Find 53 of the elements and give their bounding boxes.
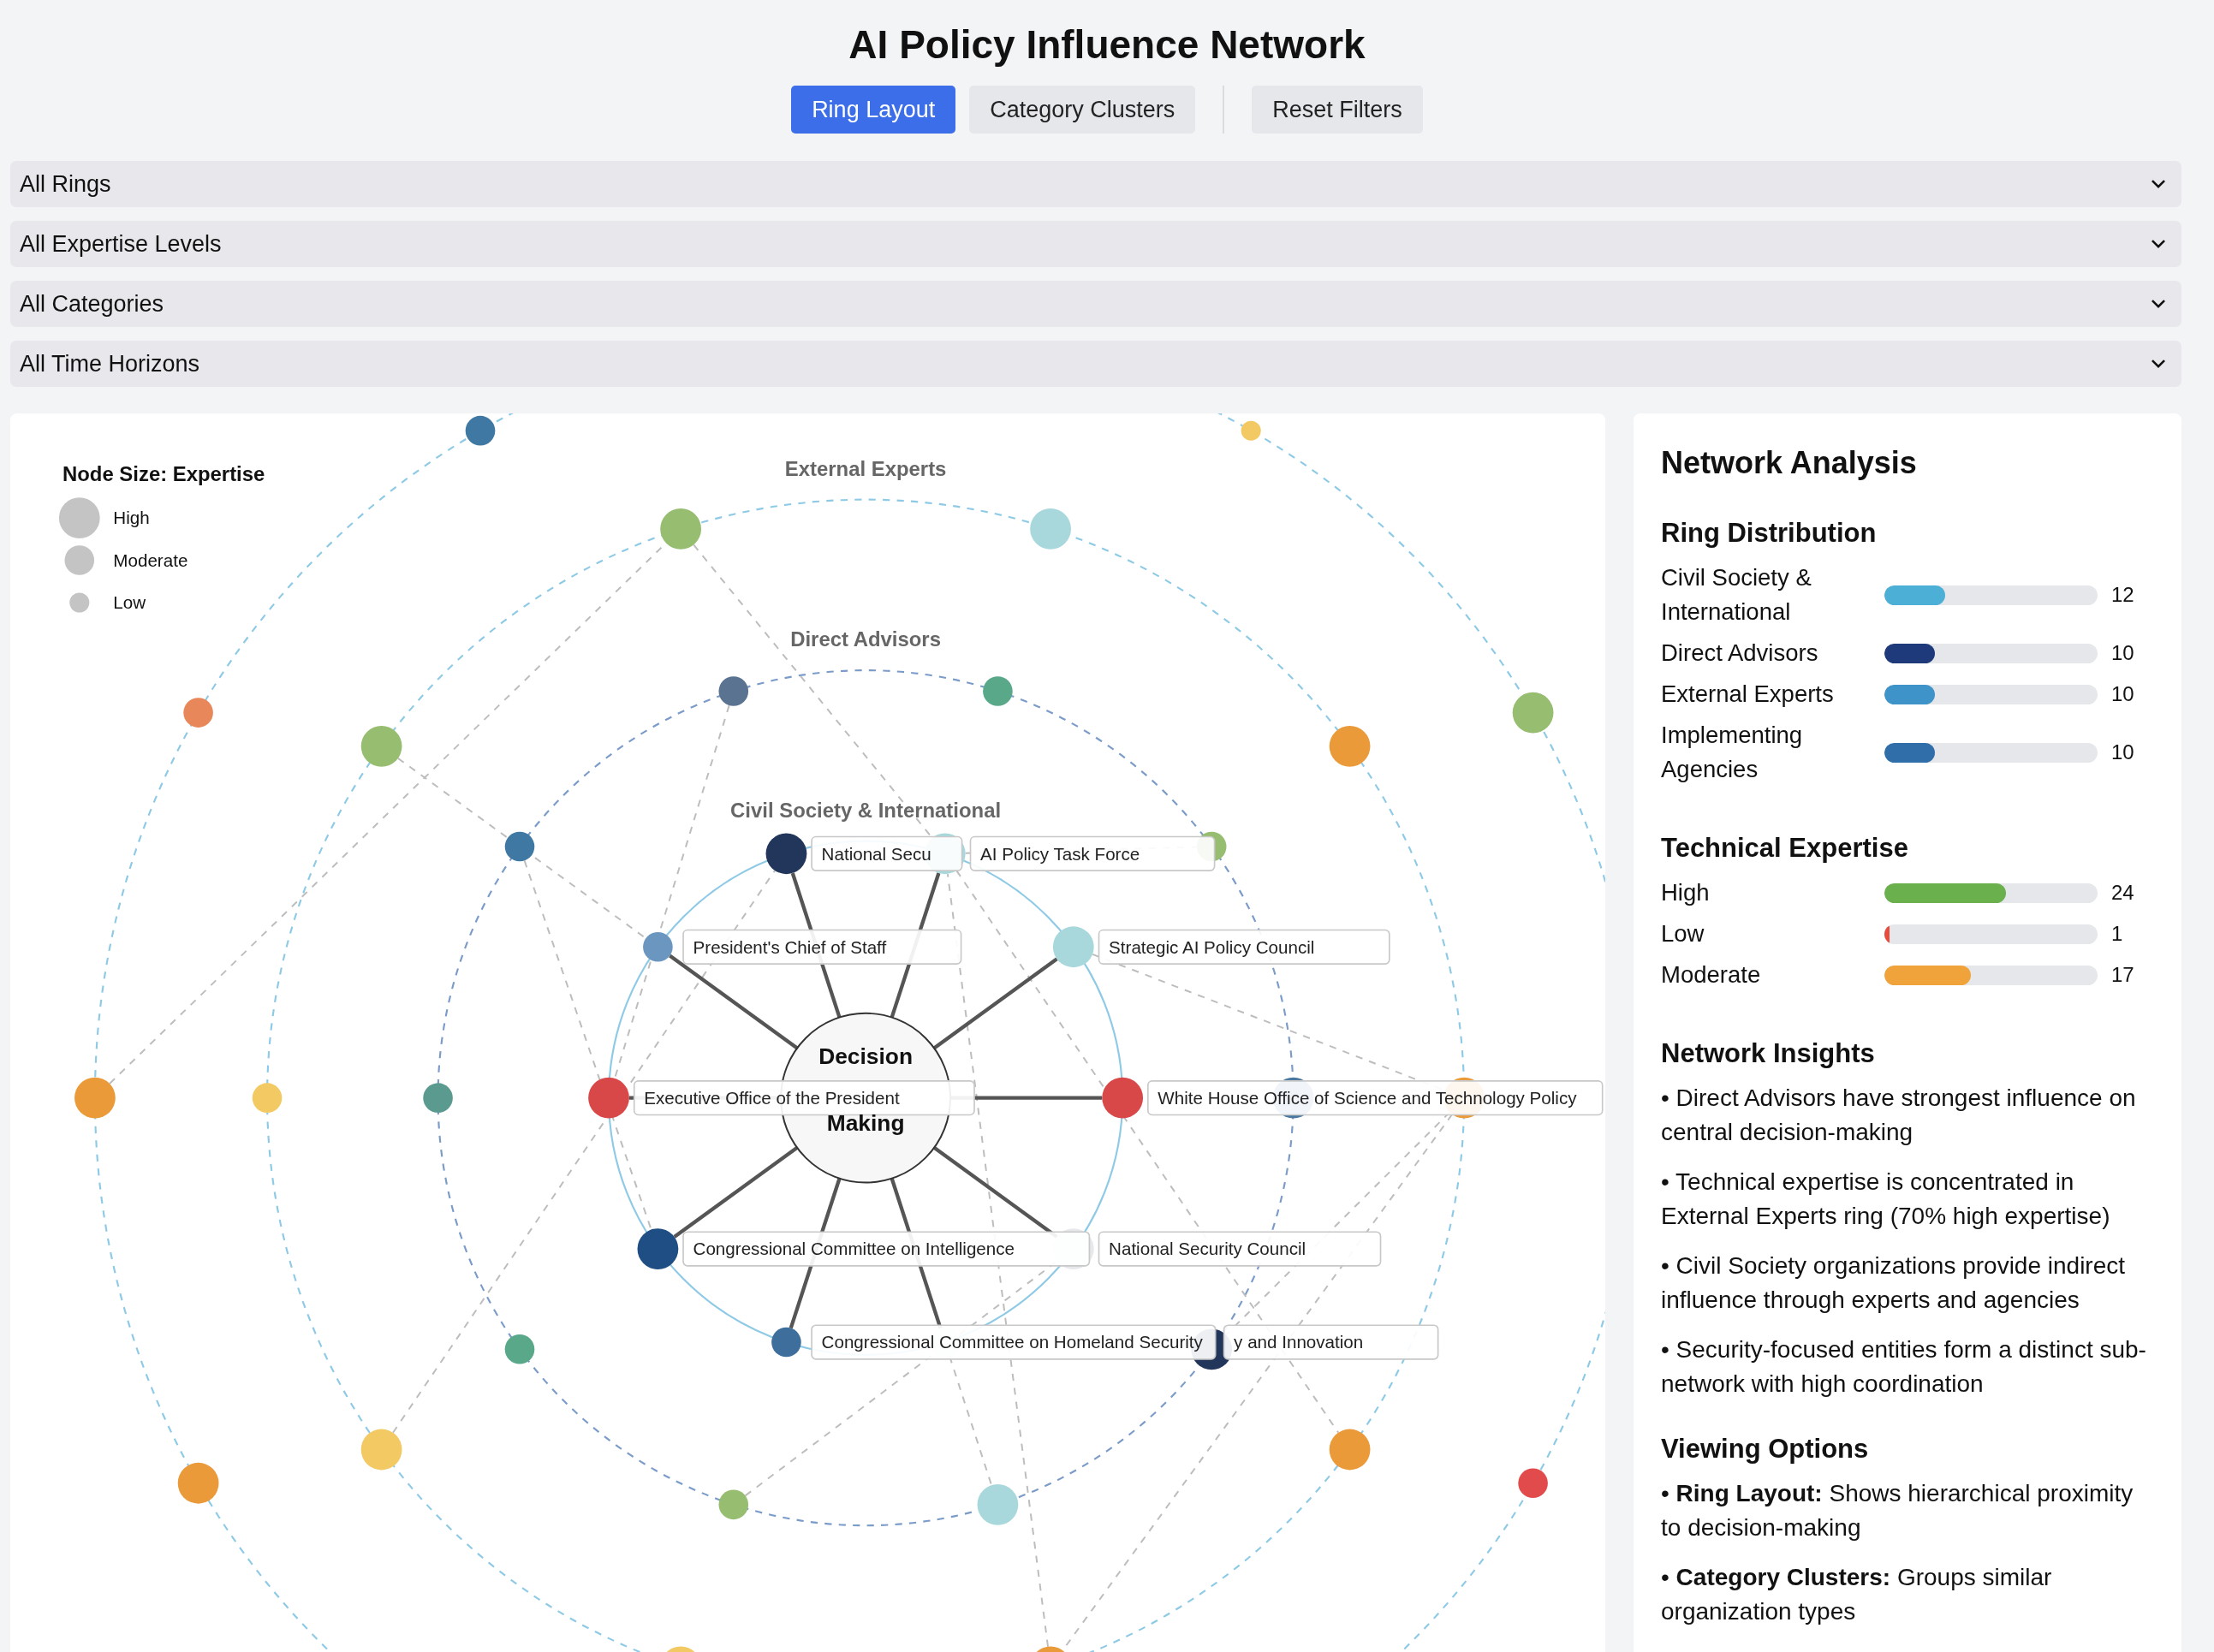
chevron-icon: [2151, 179, 2166, 189]
node-label: y and Innovation: [1223, 1324, 1439, 1360]
center-label: Decision: [818, 1043, 914, 1070]
chevron-icon: [2151, 359, 2166, 369]
node-label: White House Office of Science and Technology Policy: [1147, 1080, 1604, 1116]
panel-title: Network Analysis: [1661, 444, 1918, 482]
legend-label: High: [113, 508, 150, 528]
filter-dropdown[interactable]: All Rings: [10, 161, 2181, 207]
legend-title: Node Size: Expertise: [62, 462, 265, 486]
layout-tab[interactable]: Category Clusters: [969, 86, 1196, 134]
node-label: AI Policy Task Force: [969, 835, 1216, 871]
section-heading: Viewing Options: [1661, 1433, 1870, 1465]
filter-dropdown[interactable]: All Expertise Levels: [10, 221, 2181, 267]
reset-button[interactable]: Reset Filters: [1252, 86, 1423, 134]
layout-tab[interactable]: Ring Layout: [791, 86, 956, 134]
section-heading: Technical Expertise: [1661, 832, 1909, 865]
bar-count: 10: [2111, 740, 2135, 764]
bar-label: Civil Society & International: [1661, 563, 1812, 627]
node-label: Strategic AI Policy Council: [1098, 929, 1390, 965]
chevron-icon: [2151, 299, 2166, 309]
node-label: National Security Council: [1098, 1231, 1382, 1267]
filter-dropdown[interactable]: All Time Horizons: [10, 341, 2181, 387]
legend-label: Moderate: [113, 550, 188, 570]
ring-label: Direct Advisors: [790, 627, 941, 651]
bullet-text: • Civil Society organizations provide indirect influence through experts and agencies: [1661, 1251, 2127, 1315]
ring-label: External Experts: [784, 456, 947, 480]
ring-label: Civil Society & International: [730, 798, 1002, 822]
bar-label: External Experts: [1661, 680, 1835, 709]
node-label: Congressional Committee on Homeland Security: [811, 1324, 1217, 1360]
bar-count: 24: [2111, 881, 2135, 905]
section-heading: Ring Distribution: [1661, 517, 1878, 550]
page-title: AI Policy Influence Network: [848, 21, 1366, 68]
bar-count: 12: [2111, 583, 2135, 607]
node-label: President's Chief of Staff: [682, 929, 962, 965]
section-heading: Network Insights: [1661, 1037, 1876, 1070]
bar-label: Low: [1661, 919, 1705, 948]
node-label: National Secu: [811, 835, 963, 871]
legend-label: Low: [113, 592, 146, 613]
bar-label: Direct Advisors: [1661, 639, 1819, 668]
bullet-text: • Technical expertise is concentrated in External Experts ring (70% high expertise): [1661, 1168, 2111, 1231]
bar-count: 10: [2111, 682, 2135, 706]
bullet-text: • Direct Advisors have strongest influence on central decision-making: [1661, 1084, 2137, 1147]
chevron-icon: [2151, 239, 2166, 249]
bar-label: Implementing Agencies: [1661, 721, 1804, 784]
bar-label: High: [1661, 878, 1711, 907]
bar-count: 17: [2111, 963, 2135, 987]
bar-label: Moderate: [1661, 960, 1762, 989]
bullet-text: • Category Clusters: Groups similar organization types: [1661, 1563, 2053, 1626]
bullet-text: • Security-focused entities form a distinct sub-network with high coordination: [1661, 1335, 2147, 1399]
bullet-text: • Ring Layout: Shows hierarchical proximity to decision-making: [1661, 1479, 2134, 1542]
bar-count: 10: [2111, 641, 2135, 665]
filter-dropdown[interactable]: All Categories: [10, 281, 2181, 327]
bar-count: 1: [2111, 922, 2124, 946]
